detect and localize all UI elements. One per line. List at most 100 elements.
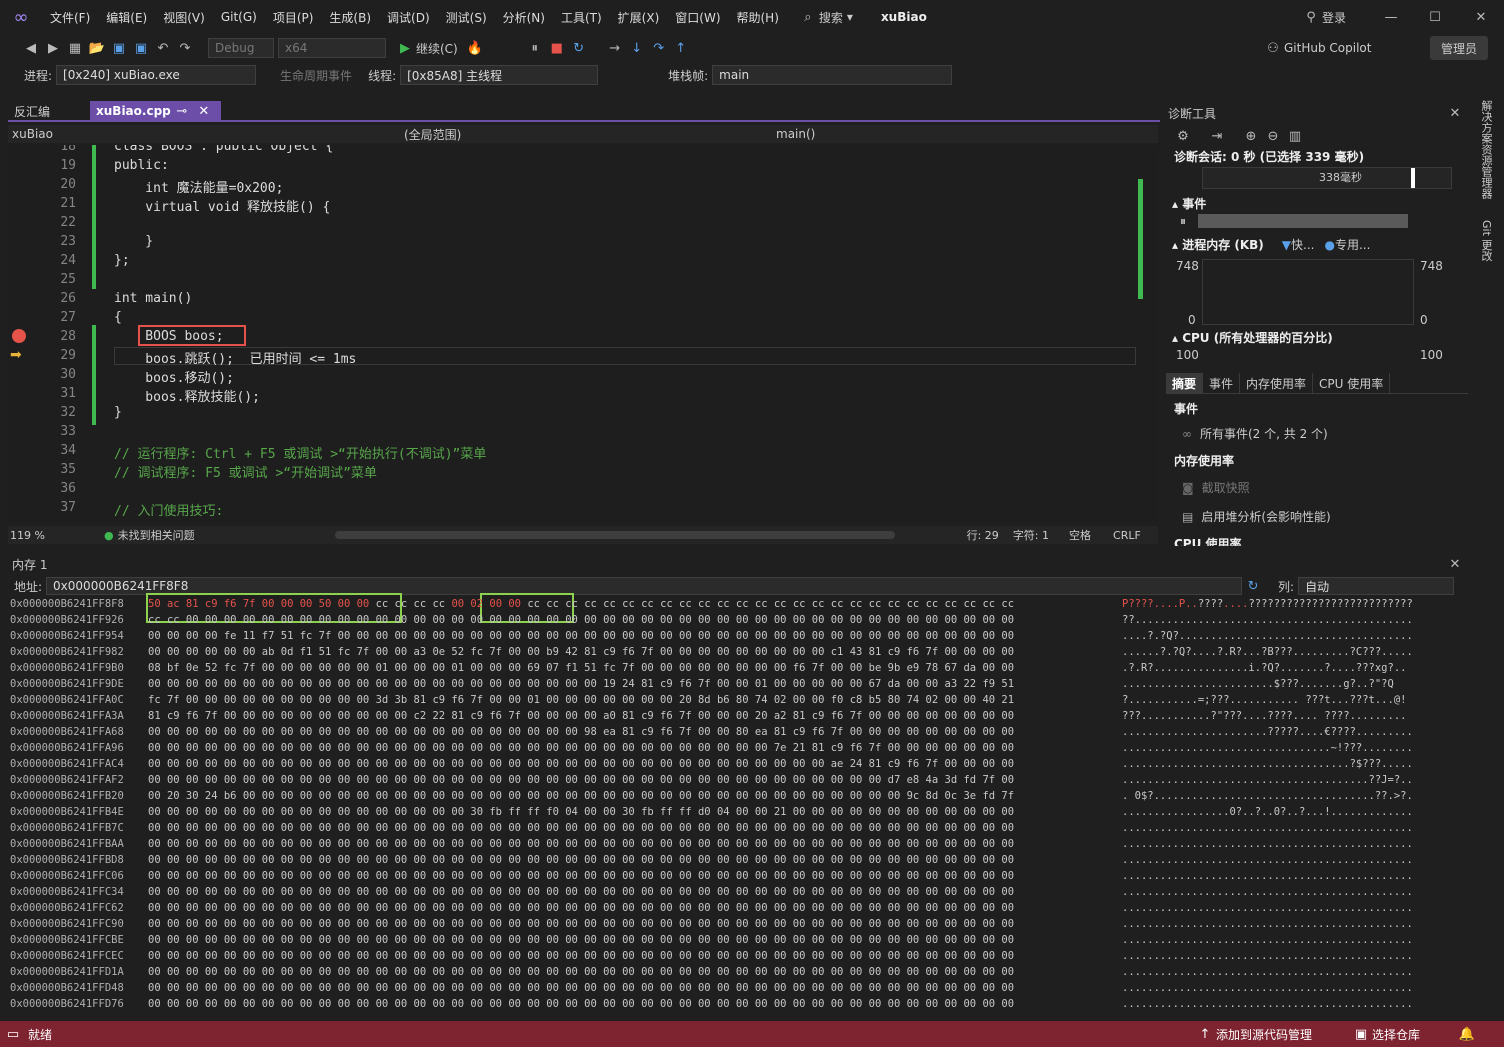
notifications-icon[interactable]: 🔔 (1458, 1025, 1476, 1043)
thread-select[interactable]: [0x85A8] 主线程 (400, 65, 599, 85)
scope-dropdown[interactable]: (全局范围) (382, 126, 762, 143)
standard-toolbar: ◀ ▶ ▦ 📂 ▣ ▣ ↶ ↷ Debug x64 ▶ 继续(C) 🔥 ⏸ ■ … (0, 34, 1504, 62)
login-button[interactable]: ⚲ 登录 (1300, 8, 1346, 26)
select-repo[interactable]: 选择仓库 (1372, 1026, 1420, 1043)
tab-disassembly[interactable]: 反汇编 (8, 103, 56, 120)
pause-events-icon[interactable]: ⏸ (1180, 214, 1186, 229)
minimize-icon[interactable]: — (1382, 8, 1400, 26)
menu-item[interactable]: 视图(V) (155, 9, 213, 26)
diag-tab[interactable]: 内存使用率 (1240, 373, 1314, 394)
columns-select[interactable]: 自动 (1298, 577, 1455, 595)
timeline[interactable]: 338毫秒 (1202, 167, 1452, 189)
process-select[interactable]: [0x240] xuBiao.exe (56, 65, 257, 85)
code-line[interactable]: // 运行程序: Ctrl + F5 或调试 >“开始执行(不调试)”菜单 (114, 443, 486, 462)
undo-icon[interactable]: ↶ (154, 39, 172, 57)
pause-icon[interactable]: ⏸ (526, 39, 544, 57)
menu-item[interactable]: Git(G) (213, 10, 265, 24)
chart-icon[interactable]: ▥ (1286, 127, 1304, 145)
menu-item[interactable]: 项目(P) (265, 9, 322, 26)
menu-item[interactable]: 调试(D) (379, 9, 438, 26)
step-out-icon[interactable]: ↑ (672, 39, 690, 57)
open-icon[interactable]: 📂 (88, 39, 106, 57)
new-project-icon[interactable]: ▦ (66, 39, 84, 57)
stop-icon[interactable]: ■ (548, 39, 566, 57)
code-editor[interactable]: ➡ 18 class BOOS : public Object {19 public… (8, 145, 1158, 523)
tab-xubiao-cpp[interactable]: xuBiao.cpp ⊸ ✕ (90, 101, 221, 121)
show-next-icon[interactable]: → (606, 39, 624, 57)
menu-item[interactable]: 扩展(X) (610, 9, 668, 26)
code-line[interactable]: boos.跳跃(); 已用时间 <= 1ms (114, 348, 356, 367)
continue-button[interactable]: ▶ 继续(C) (394, 39, 458, 57)
code-line[interactable]: int 魔法能量=0x200; (114, 177, 283, 196)
side-tab-solution[interactable]: 解决方案资源管理器 (1478, 100, 1494, 199)
close-window-icon[interactable]: ✕ (1472, 8, 1490, 26)
restart-icon[interactable]: ↻ (570, 39, 588, 57)
heap-analysis-button[interactable]: 启用堆分析(会影响性能) (1201, 508, 1330, 525)
line-number: 34 (60, 443, 76, 458)
member-dropdown[interactable]: main() (762, 127, 815, 141)
zoom-in-icon[interactable]: ⊕ (1242, 127, 1260, 145)
menu-item[interactable]: 分析(N) (495, 9, 553, 26)
all-events-link[interactable]: 所有事件(2 个, 共 2 个) (1200, 425, 1328, 442)
horizontal-scrollbar[interactable] (334, 531, 895, 539)
lifecycle-label[interactable]: 生命周期事件 (280, 67, 352, 84)
code-line[interactable]: { (114, 310, 122, 329)
snapshot-button[interactable]: 截取快照 (1202, 479, 1250, 496)
code-line[interactable]: boos.移动(); (114, 367, 234, 386)
close-tab-icon[interactable]: ✕ (195, 102, 213, 120)
breakpoint-icon[interactable] (12, 329, 26, 343)
redo-icon[interactable]: ↷ (176, 39, 194, 57)
save-all-icon[interactable]: ▣ (132, 39, 150, 57)
search-box[interactable]: ⌕ 搜索 ▾ (797, 8, 853, 26)
menu-item[interactable]: 编辑(E) (98, 9, 155, 26)
code-line[interactable]: // 调试程序: F5 或调试 >“开始调试”菜单 (114, 462, 377, 481)
menu-item[interactable]: 窗口(W) (667, 9, 728, 26)
add-source-control[interactable]: 添加到源代码管理 (1216, 1026, 1312, 1043)
code-line[interactable]: } (114, 405, 122, 424)
menu-item[interactable]: 生成(B) (321, 9, 379, 26)
settings-icon[interactable]: ⚙ (1174, 127, 1192, 145)
close-icon[interactable]: ✕ (1446, 555, 1464, 573)
stack-select[interactable]: main (712, 65, 953, 85)
code-line[interactable]: boos.释放技能(); (114, 386, 260, 405)
maximize-icon[interactable]: ☐ (1426, 8, 1444, 26)
refresh-icon[interactable]: ↻ (1244, 577, 1262, 595)
copilot-button[interactable]: ⚇ GitHub Copilot (1262, 39, 1371, 57)
step-over-icon[interactable]: ↷ (650, 39, 668, 57)
menu-item[interactable]: 工具(T) (553, 9, 610, 26)
save-icon[interactable]: ▣ (110, 39, 128, 57)
menu-item[interactable]: 帮助(H) (729, 9, 787, 26)
close-icon[interactable]: ✕ (1446, 104, 1464, 122)
code-line[interactable]: BOOS boos; (114, 329, 223, 348)
forward-icon[interactable]: ▶ (44, 39, 62, 57)
code-line[interactable]: virtual void 释放技能() { (114, 196, 330, 215)
issues-label[interactable]: 未找到相关问题 (118, 527, 195, 543)
project-dropdown[interactable]: xuBiao (8, 127, 382, 141)
memory-addr: 0x000000B6241FFC90 (10, 918, 124, 930)
diag-tab[interactable]: 摘要 (1166, 373, 1204, 394)
code-line[interactable]: // 入门使用技巧: (114, 500, 223, 519)
memory-hex: 00 00 00 00 00 00 00 00 00 00 00 00 00 0… (148, 774, 1015, 786)
side-tab-git[interactable]: Git 更改 (1478, 220, 1494, 261)
step-into-icon[interactable]: ↓ (628, 39, 646, 57)
back-icon[interactable]: ◀ (22, 39, 40, 57)
hot-reload-icon[interactable]: 🔥 (466, 39, 484, 57)
pin-icon[interactable]: ⊸ (173, 102, 191, 120)
config-select[interactable]: Debug (208, 38, 274, 58)
menu-item[interactable]: 文件(F) (42, 9, 98, 26)
code-line[interactable]: public: (114, 158, 169, 177)
code-line[interactable]: }; (114, 253, 130, 272)
menu-item[interactable]: 测试(S) (438, 9, 495, 26)
code-line[interactable]: } (114, 234, 153, 253)
platform-select[interactable]: x64 (278, 38, 386, 58)
indent-mode[interactable]: 空格 (1069, 527, 1091, 543)
memory-grid[interactable]: 0x000000B6241FF8F8 50 ac 81 c9 f6 7f 00 0… (8, 593, 1468, 1014)
code-line[interactable]: class BOOS : public Object { (114, 145, 333, 158)
diag-tab[interactable]: CPU 使用率 (1313, 373, 1391, 394)
export-icon[interactable]: ⇥ (1208, 127, 1226, 145)
zoom-out-icon[interactable]: ⊖ (1264, 127, 1282, 145)
code-line[interactable]: int main() (114, 291, 192, 310)
diag-tab[interactable]: 事件 (1203, 373, 1241, 394)
line-ending[interactable]: CRLF (1113, 529, 1141, 542)
zoom-level[interactable]: 119 % (8, 529, 74, 542)
